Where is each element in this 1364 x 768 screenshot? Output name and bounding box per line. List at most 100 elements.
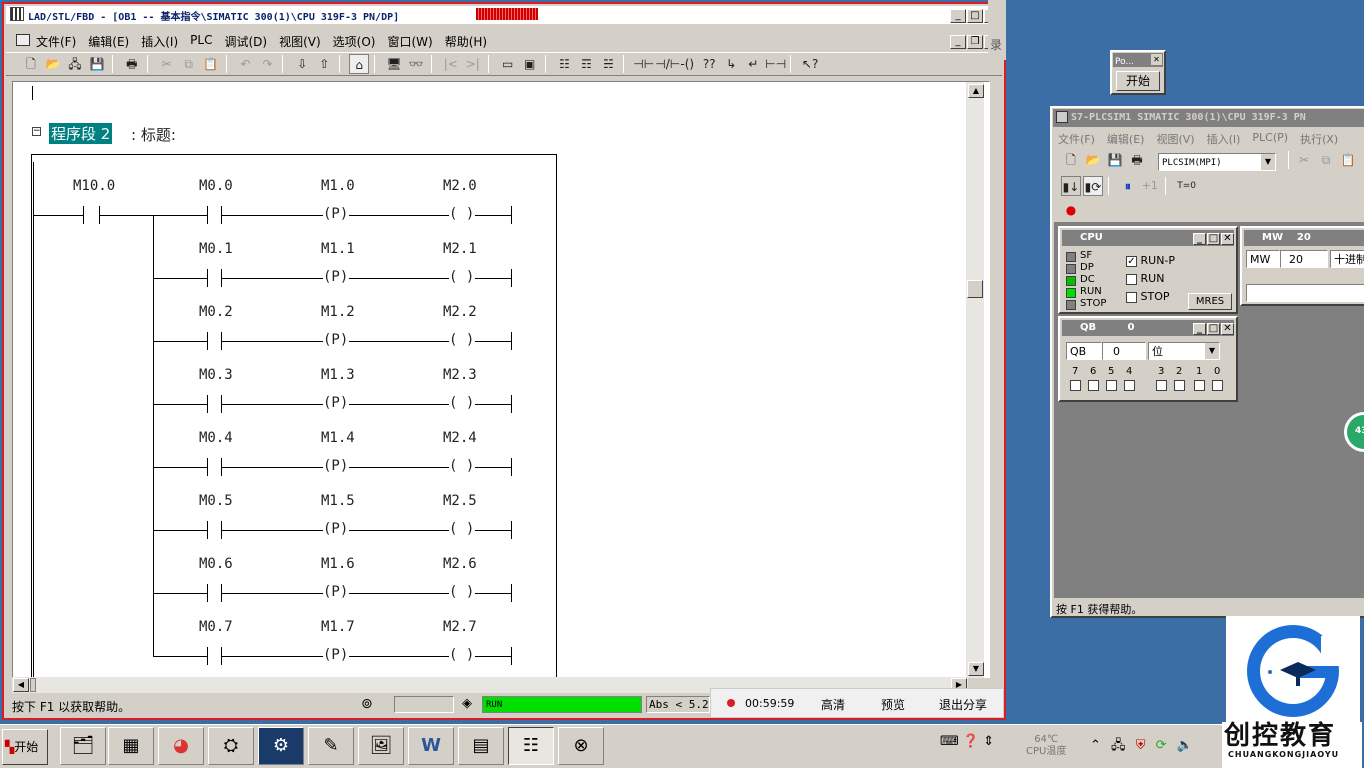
no-contact[interactable] [207, 584, 208, 602]
plcsim-save-icon[interactable]: 💾 [1105, 150, 1125, 170]
continuous-scan-icon[interactable]: ▮⟳ [1083, 176, 1103, 196]
editor-area[interactable]: − 程序段 2 : 标题: M10.0 M0.0 M1.0 M2.0 (P) ( ) M0… [12, 81, 990, 678]
glasses-icon[interactable]: 👓 [406, 54, 426, 74]
lad-titlebar[interactable]: LAD/STL/FBD - [OB1 -- 基本指令\SIMATIC 300(1… [6, 6, 1002, 24]
security-tray-icon[interactable]: ⛨ [1136, 738, 1149, 753]
mres-button[interactable]: MRES [1188, 293, 1232, 310]
volume-tray-icon[interactable]: 🔈 [1177, 738, 1196, 753]
plcsim-new-icon[interactable]: 🗋 [1061, 150, 1081, 170]
plcsim-titlebar[interactable]: S7-PLCSIM1 SIMATIC 300(1)\CPU 319F-3 PN [1053, 109, 1364, 127]
branch-close-icon[interactable]: ☵ [598, 54, 618, 74]
qb-area-field[interactable]: QB [1066, 342, 1102, 360]
edge-coil[interactable]: (P) [323, 395, 348, 411]
bit-checkbox[interactable] [1156, 380, 1167, 391]
edge-coil[interactable]: (P) [323, 206, 348, 222]
mode-stop[interactable]: STOP [1126, 288, 1175, 306]
open-icon[interactable]: 📂 [43, 54, 63, 74]
main-contact[interactable] [83, 206, 84, 224]
qb-panel-titlebar[interactable]: QB 0 _ □ ✕ [1062, 320, 1234, 336]
doc-minimize-icon[interactable]: _ [950, 35, 966, 49]
scroll-thumb[interactable] [967, 280, 983, 298]
maximize-icon[interactable]: □ [967, 9, 983, 23]
plcsim-cut-icon[interactable]: ✂ [1294, 150, 1314, 170]
plcsim-menu-execute[interactable]: 执行(X) [1300, 131, 1338, 147]
output-coil[interactable]: ( ) [449, 521, 474, 537]
edge-coil[interactable]: (P) [323, 458, 348, 474]
bit-checkbox[interactable] [1212, 380, 1223, 391]
connection-icon[interactable]: ⊢⊣ [765, 54, 786, 74]
pause-icon[interactable]: ⏸ [1118, 176, 1138, 196]
scroll-up-icon[interactable]: ▲ [968, 84, 984, 98]
collapse-icon[interactable]: − [32, 127, 41, 136]
no-contact-icon[interactable]: ⊣⊢ [633, 54, 654, 74]
plcsim-menu-view[interactable]: 视图(V) [1156, 131, 1194, 147]
monitor-icon[interactable]: ⌂ [349, 54, 370, 74]
new-icon[interactable]: 🗋 [21, 54, 41, 74]
edge-coil[interactable]: (P) [323, 584, 348, 600]
plcsim-open-icon[interactable]: 📂 [1083, 150, 1103, 170]
open-branch-icon[interactable]: ↳ [721, 54, 741, 74]
doc-restore-icon[interactable]: ❐ [967, 35, 983, 49]
start-button[interactable]: ▚开始 [2, 729, 48, 765]
no-contact[interactable] [207, 206, 208, 224]
popup-titlebar[interactable]: Po... ✕ [1113, 53, 1163, 67]
network-tray-icon[interactable]: 🖧 [1111, 738, 1129, 753]
network-title[interactable]: 程序段 2 [47, 122, 114, 145]
quality-button[interactable]: 高清 [821, 696, 845, 713]
timer-reset-button[interactable]: T=0 [1175, 176, 1199, 196]
qb-dropdown-arrow-icon[interactable]: ▼ [1205, 343, 1219, 359]
online-icon[interactable]: 🖥 [384, 54, 404, 74]
bit-checkbox[interactable] [1174, 380, 1185, 391]
mode-run[interactable]: RUN [1126, 270, 1175, 288]
branch-open-icon[interactable]: ☶ [576, 54, 596, 74]
exit-share-button[interactable]: 退出分享 [939, 696, 987, 713]
output-coil[interactable]: ( ) [449, 332, 474, 348]
network-icon[interactable]: ☷ [554, 54, 574, 74]
save-icon[interactable]: 💾 [87, 54, 107, 74]
cpu-close-icon[interactable]: ✕ [1221, 233, 1234, 245]
help-tray-icon[interactable]: ❓ [963, 734, 979, 749]
no-contact[interactable] [207, 332, 208, 350]
task-simatic-manager[interactable]: ⛭ [208, 727, 254, 765]
menu-file[interactable]: 文件(F) [36, 33, 76, 50]
qb-close-icon[interactable]: ✕ [1221, 323, 1234, 335]
plcsim-copy-icon[interactable]: ⧉ [1316, 150, 1336, 170]
cut-icon[interactable]: ✂ [157, 54, 177, 74]
context-help-icon[interactable]: ↖? [800, 54, 820, 74]
dropdown-arrow-icon[interactable]: ▼ [1261, 154, 1275, 170]
no-contact[interactable] [207, 647, 208, 665]
coil-icon[interactable]: -() [677, 54, 697, 74]
edge-coil[interactable]: (P) [323, 647, 348, 663]
plcsim-menu-insert[interactable]: 插入(I) [1207, 131, 1241, 147]
box-icon[interactable]: ?? [699, 54, 719, 74]
scroll-left-icon[interactable]: ◀ [13, 678, 29, 692]
expand-tray-icon[interactable]: ⌃ [1090, 738, 1104, 753]
task-plcsim[interactable]: ⊗ [558, 727, 604, 765]
edge-coil[interactable]: (P) [323, 332, 348, 348]
mw-value-field[interactable] [1246, 284, 1364, 302]
mode-run-p[interactable]: ✓ RUN-P [1126, 252, 1175, 270]
nc-contact-icon[interactable]: ⊣/⊢ [655, 54, 680, 74]
output-coil[interactable]: ( ) [449, 647, 474, 663]
bit-checkbox[interactable] [1194, 380, 1205, 391]
task-lad-editor[interactable]: ☷ [508, 727, 554, 765]
details-icon[interactable]: ▣ [520, 54, 540, 74]
cpu-max-icon[interactable]: □ [1207, 233, 1220, 245]
no-contact[interactable] [207, 458, 208, 476]
plcsim-connection-select[interactable]: PLCSIM(MPI) ▼ [1158, 153, 1276, 171]
keyboard-icon[interactable]: ⌨ [940, 734, 959, 749]
hscroll-thumb[interactable] [30, 678, 36, 692]
output-coil[interactable]: ( ) [449, 206, 474, 222]
paste-icon[interactable]: 📋 [201, 54, 221, 74]
qb-address-field[interactable]: 0 [1102, 342, 1146, 360]
menu-window[interactable]: 窗口(W) [387, 33, 432, 50]
mw-panel-titlebar[interactable]: MW 20 [1244, 230, 1364, 246]
mw-format-select[interactable]: 十进制 [1330, 250, 1364, 268]
bit-checkbox[interactable] [1106, 380, 1117, 391]
mode-run-p-checkbox[interactable]: ✓ [1126, 255, 1137, 267]
print-icon[interactable]: 🖶 [122, 54, 142, 74]
sync-tray-icon[interactable]: ⟳ [1156, 738, 1170, 753]
output-coil[interactable]: ( ) [449, 395, 474, 411]
plcsim-menu-plc[interactable]: PLC(P) [1252, 131, 1288, 147]
single-scan-icon[interactable]: ▮↓ [1061, 176, 1081, 196]
